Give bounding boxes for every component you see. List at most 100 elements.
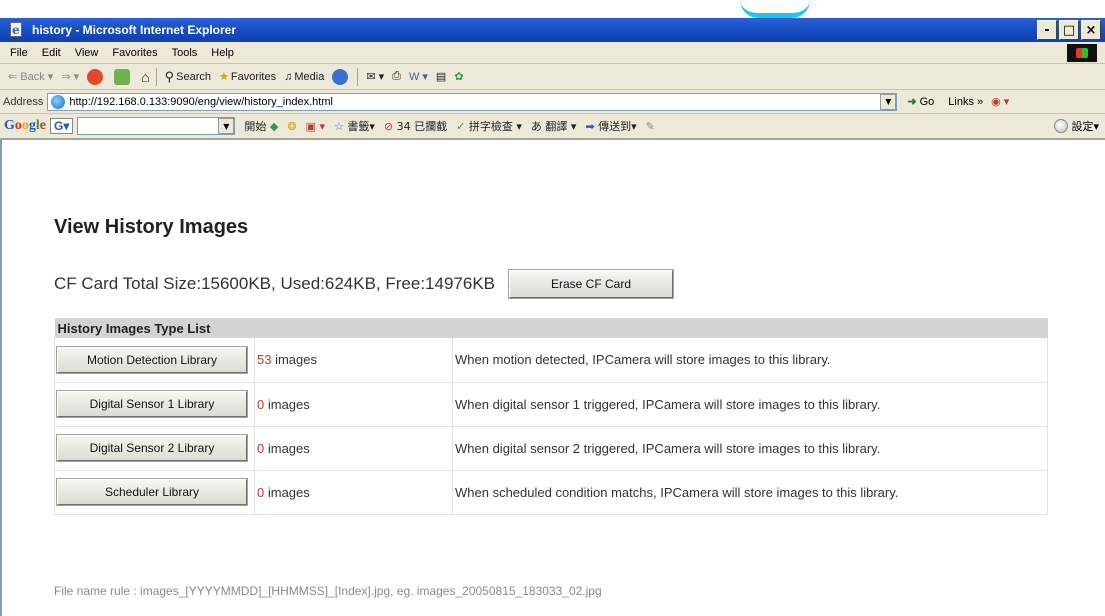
table-row: Motion Detection Library 53 images When … — [54, 338, 1048, 383]
menu-file[interactable]: File — [10, 47, 28, 59]
windows-logo-icon — [1067, 44, 1097, 62]
google-highlight-button[interactable]: ✎ — [646, 120, 655, 133]
library-description: When scheduled condition matchs, IPCamer… — [452, 470, 1048, 515]
star-icon: ☆ — [333, 119, 344, 133]
window-titlebar[interactable]: e history - Microsoft Internet Explorer … — [0, 18, 1105, 42]
library-description: When motion detected, IPCamera will stor… — [452, 338, 1048, 383]
menu-edit[interactable]: Edit — [42, 47, 61, 59]
discuss-button[interactable]: ▤ — [436, 70, 446, 83]
address-dropdown-icon[interactable]: ▼ — [880, 93, 897, 110]
print-button[interactable]: ⎙ — [392, 70, 401, 83]
address-bar: Address http://192.168.0.133:9090/eng/vi… — [0, 90, 1105, 114]
go-arrow-icon: ➜ — [907, 96, 917, 108]
discuss-icon: ▤ — [435, 71, 447, 83]
diamond-icon: ◆ — [269, 119, 279, 133]
menu-favorites[interactable]: Favorites — [112, 47, 157, 59]
favorites-button[interactable]: ★ Favorites — [218, 70, 276, 84]
forward-arrow-icon: ⇒ ▾ — [61, 71, 80, 83]
google-page-button[interactable]: ▣ ▾ — [306, 120, 325, 133]
scheduler-library-button[interactable]: Scheduler Library — [56, 478, 248, 506]
media-button[interactable]: ♫ Media — [284, 71, 324, 83]
back-button[interactable]: ⇐ Back ▾ — [8, 70, 53, 84]
links-button[interactable]: Links » — [948, 96, 983, 108]
minimize-button[interactable]: - — [1037, 20, 1057, 40]
table-row: Scheduler Library 0 images When schedule… — [54, 470, 1048, 515]
table-row: Digital Sensor 1 Library 0 images When d… — [54, 382, 1048, 427]
google-search-input[interactable]: ▼ — [77, 117, 236, 135]
library-description: When digital sensor 2 triggered, IPCamer… — [452, 426, 1048, 471]
forward-button[interactable]: ⇒ ▾ — [61, 70, 79, 83]
motion-detection-library-button[interactable]: Motion Detection Library — [56, 345, 248, 374]
refresh-button[interactable] — [114, 68, 133, 85]
history-icon — [332, 68, 349, 85]
address-input[interactable]: http://192.168.0.133:9090/eng/view/histo… — [47, 92, 898, 111]
google-translate-button[interactable]: あ 翻譯 ▾ — [531, 118, 577, 134]
popup-blocker-icon: ⊘ — [383, 119, 394, 133]
stop-button[interactable] — [87, 68, 106, 85]
page-title: View History Images — [54, 216, 249, 238]
google-news-button[interactable]: ❂ — [287, 120, 296, 133]
send-icon: ➡ — [585, 119, 595, 133]
menu-tools[interactable]: Tools — [172, 47, 198, 59]
search-icon: ⚲ — [164, 68, 175, 84]
settings-icon — [1054, 119, 1069, 133]
translate-addon-button[interactable]: ◉ ▾ — [991, 95, 1009, 108]
page-globe-icon — [51, 94, 66, 109]
toolbar-separator — [357, 67, 359, 86]
google-toolbar: Google G▾ ▼ 開始 ◆ ❂ ▣ ▾ ☆ 書籤 ▾ ⊘ 34 已攔截 ✓ … — [0, 114, 1105, 140]
close-button[interactable]: × — [1081, 20, 1101, 40]
history-button[interactable] — [332, 68, 351, 85]
messenger-icon: ✿ — [454, 71, 464, 83]
digital-sensor-1-library-button[interactable]: Digital Sensor 1 Library — [56, 390, 248, 418]
table-header: History Images Type List — [54, 318, 1048, 338]
google-bookmarks-button[interactable]: ☆ 書籤 ▾ — [334, 118, 375, 134]
stop-icon — [87, 68, 104, 85]
address-url[interactable]: http://192.168.0.133:9090/eng/view/histo… — [69, 96, 880, 108]
decorative-cyan-arc — [740, 0, 810, 18]
library-description: When digital sensor 1 triggered, IPCamer… — [452, 382, 1048, 427]
edit-button[interactable]: W ▾ — [409, 70, 428, 83]
image-count: 0 images — [254, 470, 453, 515]
search-button[interactable]: ⚲ Search — [165, 69, 211, 85]
google-logo: Google — [4, 118, 46, 133]
page-content: View History Images CF Card Total Size:1… — [0, 140, 1105, 616]
refresh-icon — [114, 68, 131, 85]
translate-icon: あ — [530, 120, 542, 133]
menu-help[interactable]: Help — [211, 47, 234, 59]
favorites-icon: ★ — [218, 71, 229, 83]
image-count: 0 images — [254, 382, 453, 427]
digital-sensor-2-library-button[interactable]: Digital Sensor 2 Library — [56, 434, 248, 462]
mail-icon: ✉ ▾ — [366, 71, 385, 83]
spellcheck-icon: ✓ — [456, 119, 466, 133]
messenger-button[interactable]: ✿ — [454, 70, 463, 83]
erase-cf-card-button[interactable]: Erase CF Card — [508, 269, 674, 299]
mail-button[interactable]: ✉ ▾ — [366, 70, 384, 83]
go-button[interactable]: ➜ Go — [907, 95, 934, 109]
google-popup-blocker[interactable]: ⊘ 34 已攔截 — [384, 118, 447, 134]
ie-page-icon: e — [8, 22, 26, 38]
maximize-button[interactable]: □ — [1059, 20, 1079, 40]
addon-icon: ◉ ▾ — [991, 96, 1010, 108]
standard-toolbar: ⇐ Back ▾ ⇒ ▾ ⌂ ⚲ Search ★ Favorites ♫ Media… — [0, 64, 1105, 90]
google-send-button[interactable]: ➡ 傳送到 ▾ — [585, 118, 636, 134]
address-label: Address — [3, 95, 44, 108]
window-title: history - Microsoft Internet Explorer — [32, 23, 237, 37]
menu-view[interactable]: View — [75, 47, 99, 59]
google-spellcheck-button[interactable]: ✓ 拼字檢查 ▾ — [456, 118, 522, 134]
image-count: 53 images — [254, 338, 453, 383]
google-settings-button[interactable]: 設定 ▾ — [1054, 118, 1099, 134]
google-search-dropdown-icon[interactable]: ▼ — [218, 118, 235, 134]
highlighter-icon: ✎ — [645, 119, 655, 133]
cf-card-size-text: CF Card Total Size:15600KB, Used:624KB, … — [54, 274, 495, 293]
google-start-button[interactable]: 開始 ◆ — [244, 118, 278, 134]
word-edit-icon: W ▾ — [408, 71, 428, 83]
google-menu-button[interactable]: G▾ — [50, 118, 74, 134]
history-type-table: History Images Type List Motion Detectio… — [54, 318, 1048, 515]
page-icon: ▣ ▾ — [305, 119, 325, 133]
home-button[interactable]: ⌂ — [141, 69, 149, 85]
image-count: 0 images — [254, 426, 453, 471]
table-row: Digital Sensor 2 Library 0 images When d… — [54, 426, 1048, 471]
cf-card-summary: CF Card Total Size:15600KB, Used:624KB, … — [54, 269, 674, 299]
file-name-rule: File name rule : images_[YYYYMMDD]_[HHMM… — [54, 584, 602, 598]
home-icon: ⌂ — [141, 68, 150, 85]
